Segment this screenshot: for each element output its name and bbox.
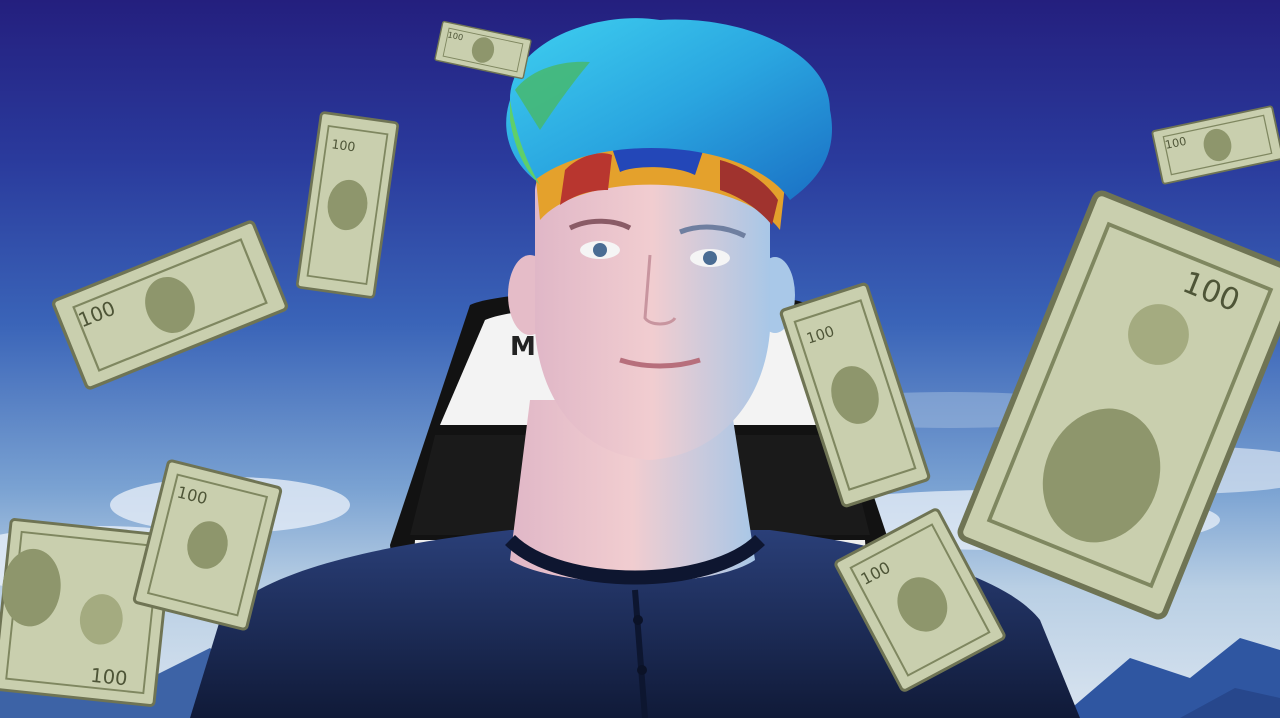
photo-scene: M 100 100 100 100 100 100 100 100 100 — [0, 0, 1280, 718]
bill-denomination: 100 — [89, 664, 128, 691]
